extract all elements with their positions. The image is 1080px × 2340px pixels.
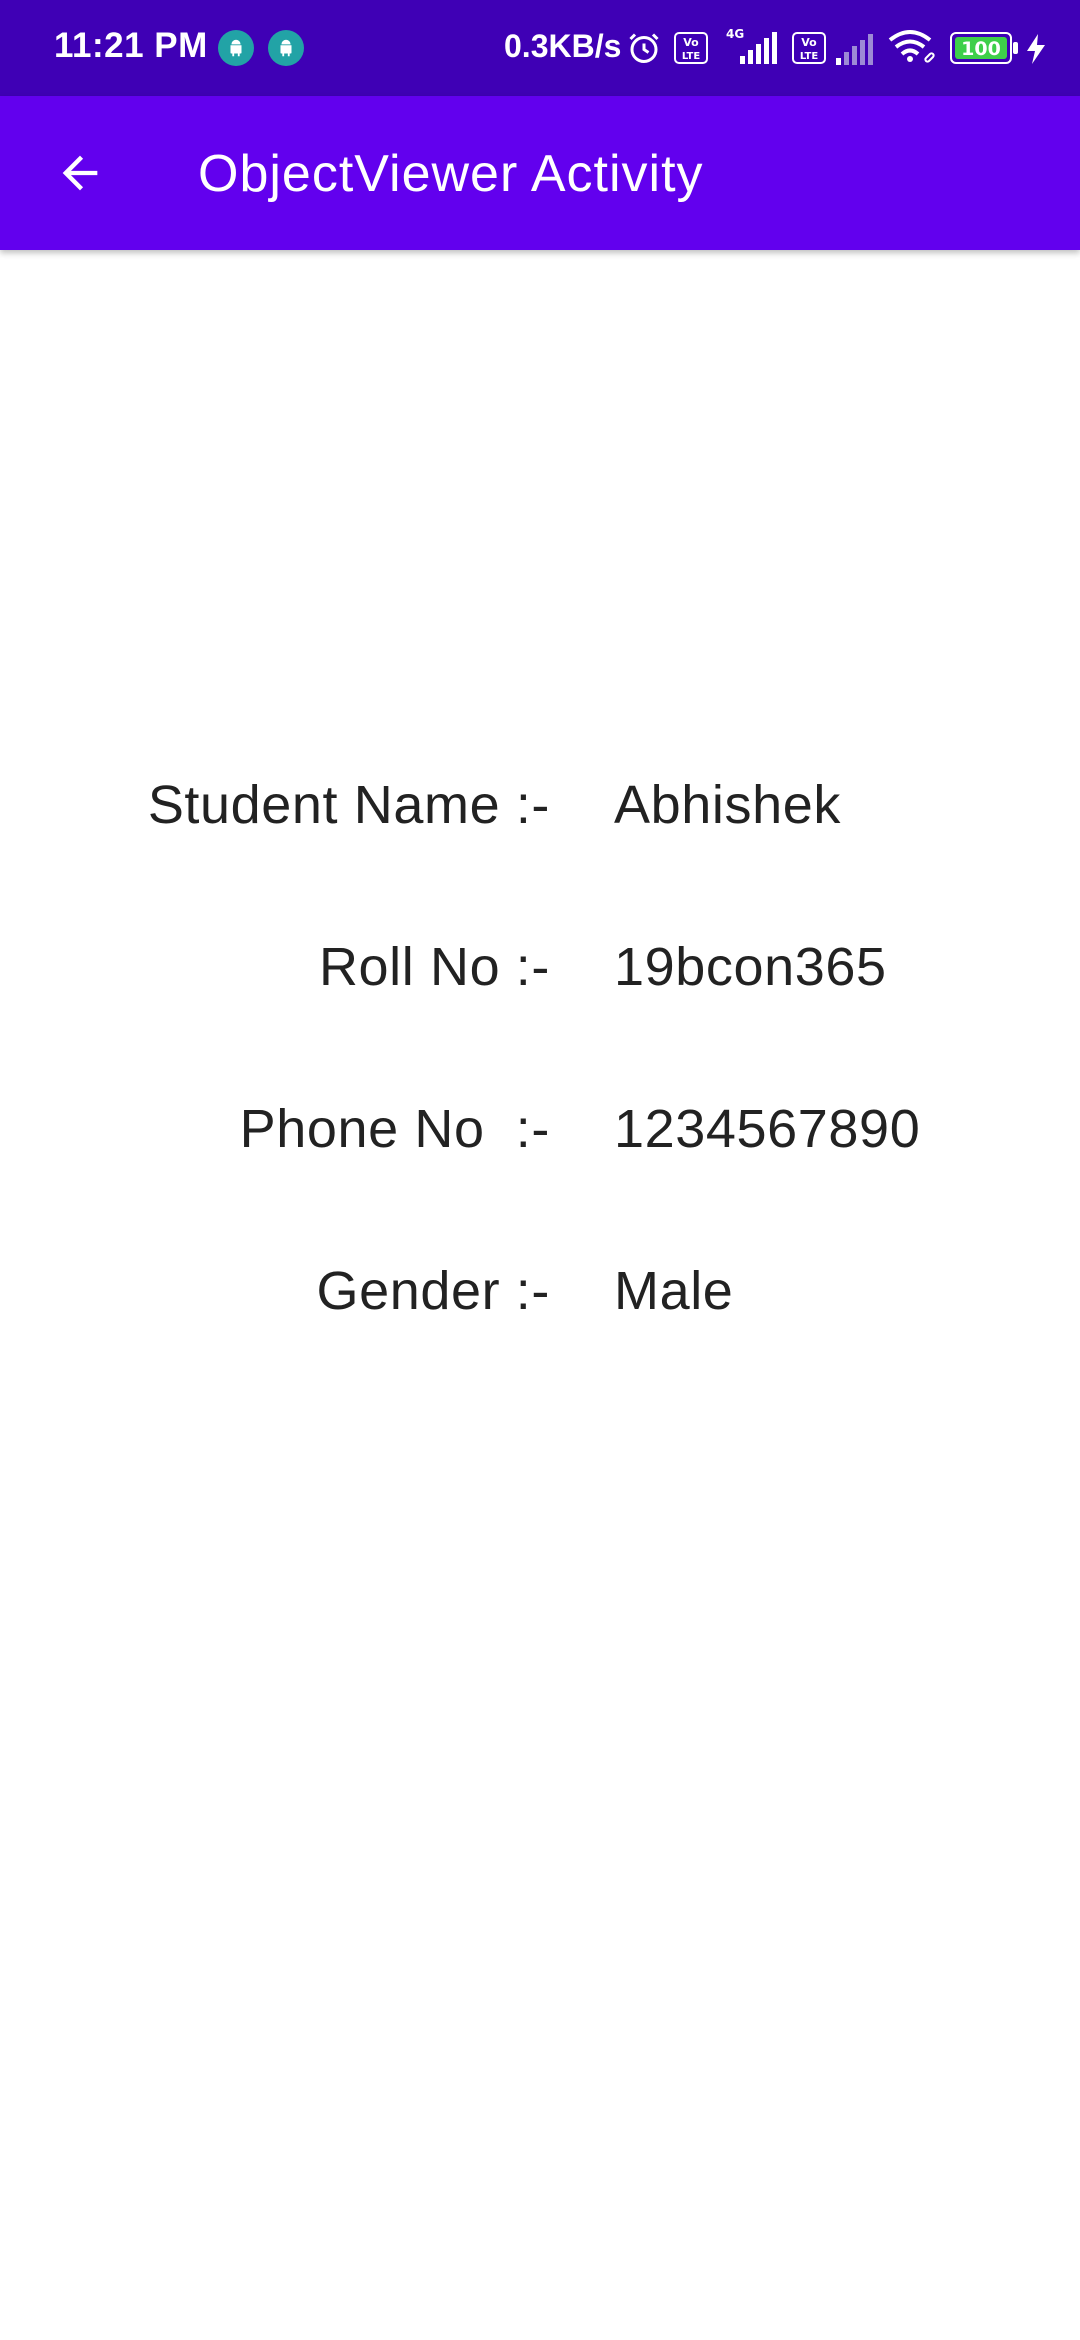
volte-icon: Vo LTE xyxy=(674,32,708,64)
phone-no-label: Phone No :- xyxy=(239,1099,550,1159)
wifi-icon xyxy=(888,30,935,63)
network-speed: 0.3KB/s xyxy=(504,28,622,64)
student-name-value: Abhishek xyxy=(614,775,841,835)
svg-text:LTE: LTE xyxy=(682,51,701,62)
android-icon xyxy=(268,30,304,66)
status-time: 11:21 PM xyxy=(54,26,208,65)
gender-value: Male xyxy=(614,1261,734,1321)
signal-4g-icon: 4G xyxy=(726,27,777,64)
android-icon xyxy=(218,30,254,66)
roll-no-value: 19bcon365 xyxy=(614,937,887,997)
detail-row-phone-no: Phone No :- 1234567890 xyxy=(0,1098,1080,1178)
page-title: ObjectViewer Activity xyxy=(198,145,704,203)
alarm-icon xyxy=(629,33,659,63)
app-bar: ObjectViewer Activity xyxy=(0,96,1080,250)
svg-text:4G: 4G xyxy=(726,27,744,41)
detail-row-roll-no: Roll No :- 19bcon365 xyxy=(0,936,1080,1016)
svg-text:Vo: Vo xyxy=(683,36,699,49)
volte-icon: Vo LTE xyxy=(792,32,826,64)
back-button[interactable] xyxy=(38,131,122,215)
detail-row-student-name: Student Name :- Abhishek xyxy=(0,774,1080,854)
svg-text:Vo: Vo xyxy=(801,36,817,49)
phone-no-value: 1234567890 xyxy=(614,1099,921,1159)
battery-level: 100 xyxy=(961,38,1001,60)
gender-label: Gender :- xyxy=(316,1261,550,1321)
detail-row-gender: Gender :- Male xyxy=(0,1260,1080,1340)
student-name-label: Student Name :- xyxy=(147,775,550,835)
charging-icon xyxy=(1027,34,1045,64)
roll-no-label: Roll No :- xyxy=(318,937,550,997)
signal-icon xyxy=(836,34,873,65)
battery-icon: 100 xyxy=(950,32,1018,64)
arrow-back-icon xyxy=(62,155,98,191)
status-bar: 11:21 PM 0.3KB/s Vo LTE 4G Vo LTE 100 xyxy=(0,0,1080,96)
svg-text:LTE: LTE xyxy=(800,51,819,62)
